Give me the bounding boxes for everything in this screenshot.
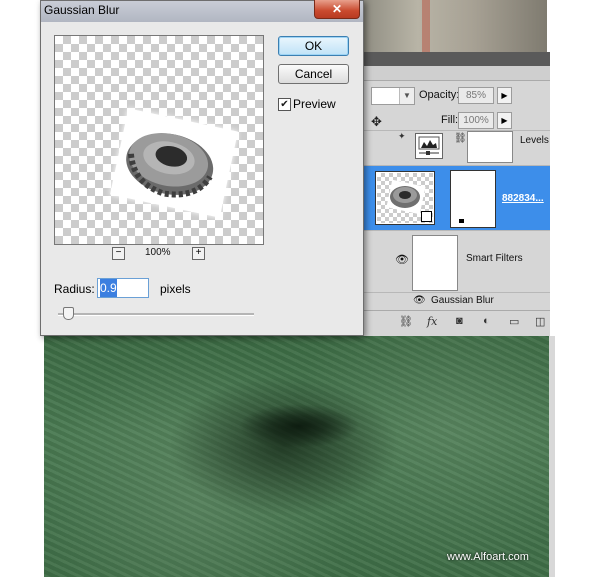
layer-row-smart-object[interactable]: 882834... — [363, 165, 550, 231]
layer-row-levels[interactable]: ✦ ⛓ Levels — [363, 130, 550, 166]
eye-icon[interactable]: 👁 — [413, 295, 426, 306]
layer-row-smart-filters[interactable]: 👁 Smart Filters — [363, 230, 550, 293]
layers-panel: ▼ Opacity: 85% ▶ ✥ Fill: 100% ▶ ✦ ⛓ Leve… — [362, 52, 550, 336]
fx-icon[interactable]: fx — [427, 315, 437, 328]
opacity-arrow-icon[interactable]: ▶ — [497, 87, 512, 104]
layer-name[interactable]: 882834... — [502, 193, 544, 204]
radius-value: 0.9 — [100, 279, 117, 297]
dialog-titlebar[interactable]: Gaussian Blur ✕ — [41, 0, 363, 22]
fill-arrow-icon[interactable]: ▶ — [497, 112, 512, 129]
preview-checkbox[interactable]: ✔ — [278, 98, 291, 111]
opacity-label: Opacity: — [419, 89, 460, 101]
layer-name[interactable]: Levels — [520, 135, 549, 146]
preview-pane[interactable] — [54, 35, 264, 245]
dialog-title: Gaussian Blur — [44, 3, 120, 17]
panel-titlebar — [363, 52, 550, 66]
layer-name[interactable]: Gaussian Blur — [431, 295, 494, 306]
panel-tabs — [363, 66, 550, 81]
mask-icon[interactable]: ◙ — [456, 315, 463, 327]
layer-thumbnail[interactable] — [375, 171, 435, 225]
radius-slider-thumb[interactable] — [63, 307, 74, 320]
levels-adjustment-icon — [415, 133, 443, 159]
chevron-down-icon: ▼ — [399, 88, 414, 104]
fill-label: Fill: — [441, 114, 459, 126]
new-layer-icon[interactable]: ◫ — [535, 315, 545, 328]
link-icon[interactable]: ⛓ — [399, 315, 413, 328]
fill-field[interactable]: 100% — [458, 112, 494, 129]
zoom-level: 100% — [145, 247, 171, 258]
radius-unit-label: pixels — [160, 282, 191, 296]
adjustment-icon[interactable]: ◐ — [483, 315, 490, 327]
radius-slider-track[interactable] — [58, 313, 254, 316]
zoom-out-button[interactable]: − — [112, 247, 125, 260]
canvas-scrollbar[interactable] — [549, 336, 555, 577]
layers-footer-toolbar: ⛓ fx ◙ ◐ ▭ ◫ — [363, 310, 550, 335]
filter-mask-thumbnail[interactable] — [412, 235, 458, 291]
tire-image — [110, 108, 238, 218]
smart-object-icon — [421, 211, 432, 222]
canvas-margin — [0, 336, 44, 577]
layer-name[interactable]: Smart Filters — [466, 253, 523, 264]
document-photo-top — [362, 0, 547, 52]
cancel-button[interactable]: Cancel — [278, 64, 349, 84]
preview-label: Preview — [293, 97, 336, 111]
gaussian-blur-dialog: Gaussian Blur ✕ − 100% + OK Cancel ✔ Pre… — [40, 0, 364, 336]
layer-mask-thumbnail[interactable] — [450, 170, 496, 228]
radius-label: Radius: — [54, 282, 95, 296]
watermark: www.Alfoart.com — [447, 551, 529, 563]
zoom-in-button[interactable]: + — [192, 247, 205, 260]
close-button[interactable]: ✕ — [314, 0, 360, 19]
layer-mask-thumbnail[interactable] — [467, 131, 513, 163]
eye-icon[interactable]: 👁 — [395, 253, 409, 266]
mask-mark — [459, 219, 464, 223]
document-canvas[interactable] — [44, 336, 549, 577]
blend-mode-select[interactable]: ▼ — [371, 87, 415, 105]
ok-button[interactable]: OK — [278, 36, 349, 56]
layer-row-gaussian-blur[interactable]: 👁 Gaussian Blur — [363, 292, 550, 309]
move-lock-icon[interactable]: ✥ — [371, 114, 382, 130]
radius-input[interactable]: 0.9 — [97, 278, 149, 298]
link-icon[interactable]: ⛓ — [454, 133, 467, 144]
eye-icon[interactable]: ✦ — [398, 131, 406, 142]
opacity-field[interactable]: 85% — [458, 87, 494, 104]
folder-icon[interactable]: ▭ — [509, 315, 519, 328]
